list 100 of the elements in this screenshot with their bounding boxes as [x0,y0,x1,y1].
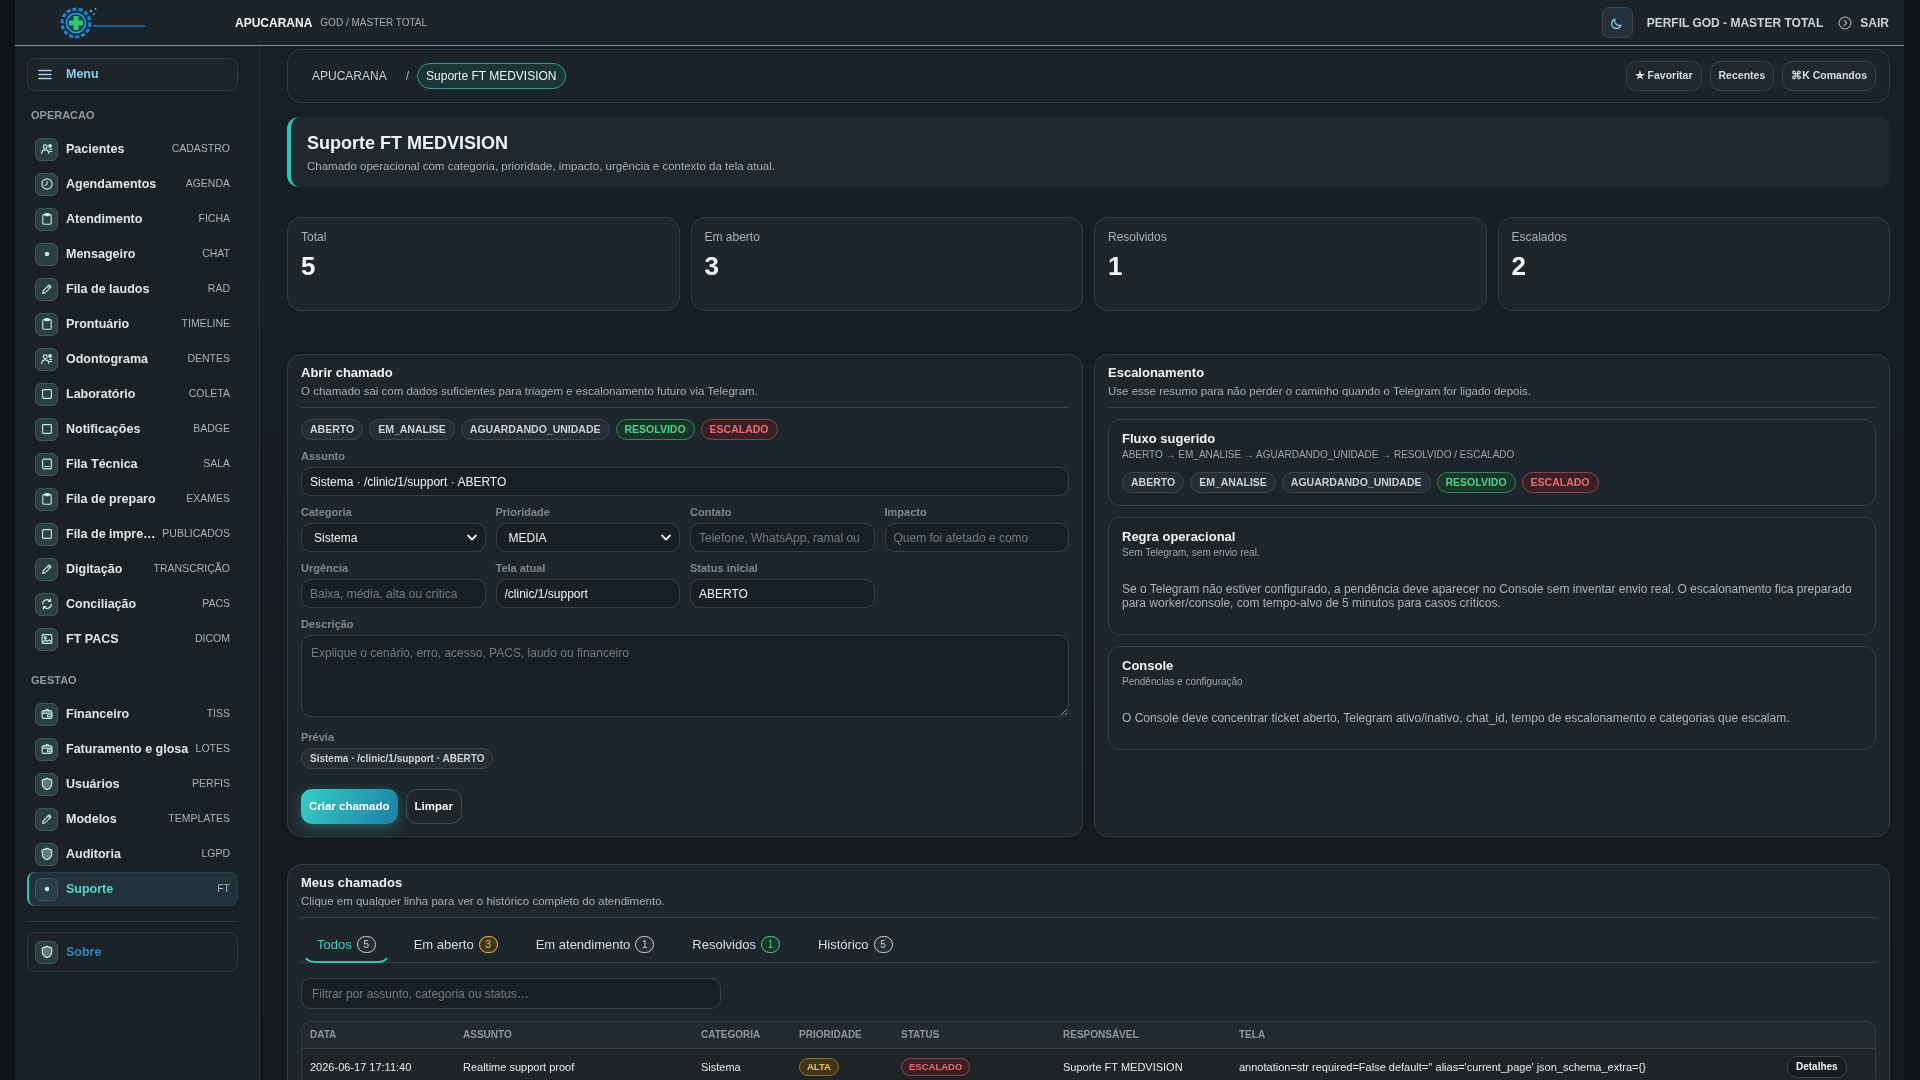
item-tag: TIMELINE [175,316,230,332]
panel-subtitle: Sem Telegram, sem envio real. [1122,547,1261,559]
refresh-icon [35,592,58,616]
sidebar-item[interactable]: Laboratório COLETA [27,377,238,411]
clear-button[interactable]: Limpar [405,789,462,824]
item-tag: CADASTRO [165,141,230,157]
column-header: CATEGORIA [693,1022,791,1048]
stat-label: Resolvidos [1108,230,1168,244]
status-pill: EM_ANALISE [369,419,455,440]
item-tag: CHAT [196,246,230,262]
input-field[interactable]: Telefone, WhatsApp, ramal ou [690,523,875,552]
description-field[interactable]: Explique o cenário, erro, acesso, PACS, laudo ou financeiro [301,635,1069,717]
tablet-icon [35,452,58,476]
priority-badge: ALTA [799,1057,839,1076]
tab[interactable]: Resolvidos 1 [676,928,796,963]
stat-value: 3 [704,251,720,281]
input-field[interactable]: Quem foi afetado e como [884,523,1069,552]
toolbar-button[interactable]: ⌘K Comandos [1782,61,1876,91]
toolbar-button[interactable]: ★ Favoritar [1625,61,1702,91]
sidebar-item[interactable]: Fila de impre… PUBLICADOS [27,517,238,551]
sidebar-item[interactable]: Faturamento e glosa LOTES [27,732,238,766]
field-label: Assunto [301,450,346,463]
sidebar-item[interactable]: Usuários PERFIS [27,767,238,801]
breadcrumb-item: Suporte FT MEDVISION [417,63,566,89]
sidebar-item[interactable]: Digitação TRANSCRIÇÃO [27,552,238,586]
sidebar-item[interactable]: Pacientes CADASTRO [27,132,238,166]
details-button[interactable]: Detalhes [1787,1055,1847,1078]
sidebar-item[interactable]: Atendimento FICHA [27,202,238,236]
sidebar-item[interactable]: Mensageiro CHAT [27,237,238,271]
sidebar-item[interactable]: FT PACS DICOM [27,622,238,656]
column-header: PRIORIDADE [791,1022,893,1048]
people-icon [35,137,58,161]
panel-title: Console [1122,658,1175,674]
profile-name: PERFIL GOD - MASTER TOTAL [1646,14,1824,32]
select-field[interactable]: Sistema [301,523,486,552]
count-badge: 1 [760,936,780,953]
sidebar-item[interactable]: Agendamentos AGENDA [27,167,238,201]
sidebar-item[interactable]: Odontograma DENTES [27,342,238,376]
logout-link[interactable]: SAIR [1838,13,1889,32]
shield-icon [35,772,58,796]
select-field[interactable]: MEDIA [495,523,680,552]
clipboard-icon [35,487,58,511]
item-tag: TEMPLATES [162,811,230,827]
menu-button[interactable]: Menu [27,58,238,91]
about-link[interactable]: Sobre [27,932,238,972]
card-title: Meus chamados [301,874,404,891]
status-pill: ABERTO [301,419,364,440]
breadcrumb-item[interactable]: APUCARANA [301,63,398,89]
toolbar-button[interactable]: Recentes [1709,61,1775,91]
panel-title: Fluxo sugerido [1122,431,1217,447]
table-cell: annotation=str required=False default='' alias='current_page' json_schema_extra={} [1231,1048,1779,1080]
item-tag: RAD [201,281,230,297]
section-label: GESTAO [31,673,78,687]
people-icon [35,347,58,371]
filter-field[interactable]: Filtrar por assunto, categoria ou status… [301,978,721,1009]
preview-pill: Sistema · /clinic/1/support · ABERTO [301,748,494,769]
tab[interactable]: Em aberto 3 [397,928,514,963]
card-subtitle: Clique em qualquer linha para ver o histórico completo do atendimento. [301,894,666,909]
sidebar-item[interactable]: Suporte FT [27,872,238,906]
count-badge: 5 [873,936,893,953]
sidebar-item[interactable]: Prontuário TIMELINE [27,307,238,341]
item-tag: DICOM [189,631,230,647]
tab[interactable]: Em atendimento 1 [519,928,671,963]
sidebar-item[interactable]: Conciliação PACS [27,587,238,621]
status-pill: AGUARDANDO_UNIDADE [460,419,610,440]
item-tag: PERFIS [186,776,230,792]
sidebar-item[interactable]: Notificações BADGE [27,412,238,446]
stat-label: Escalados [1511,230,1568,244]
sidebar-item[interactable]: Modelos TEMPLATES [27,802,238,836]
field-label: Contato [690,506,733,519]
theme-toggle-button[interactable] [1601,7,1633,38]
pencil-icon [35,557,58,581]
input-field[interactable]: /clinic/1/support [495,579,680,608]
tab[interactable]: Todos 5 [301,928,392,963]
input-field[interactable]: ABERTO [690,579,875,608]
input-field[interactable]: Sistema · /clinic/1/support · ABERTO [301,467,1069,496]
input-field[interactable]: Baixa, média, alta ou crítica [301,579,486,608]
item-tag: TISS [200,706,230,722]
shield-icon [35,940,58,964]
item-tag: LGPD [195,846,230,862]
count-badge: 5 [356,936,376,953]
stat-label: Em aberto [704,230,761,244]
tab[interactable]: Histórico 5 [801,928,909,963]
stat-value: 5 [301,251,317,281]
page-subtitle: Chamado operacional com categoria, prioridade, impacto, urgência e contexto da tela atual. [307,158,776,173]
sidebar-item[interactable]: Fila de laudos RAD [27,272,238,306]
field-label: Tela atual [495,562,547,575]
section-label: OPERACAO [31,108,96,122]
item-tag: FT [211,881,230,897]
sidebar-item[interactable]: Fila de preparo EXAMES [27,482,238,516]
table-cell: Sistema [693,1048,791,1080]
shield-icon [35,842,58,866]
sidebar-item[interactable]: Fila Técnica SALA [27,447,238,481]
sidebar-item[interactable]: Auditoria LGPD [27,837,238,871]
item-tag: PACS [196,596,230,612]
sidebar-item[interactable]: Financeiro TISS [27,697,238,731]
field-label: Categoria [301,506,353,519]
image-icon [35,627,58,651]
field-label: Descrição [301,618,355,631]
status-pill: AGUARDANDO_UNIDADE [1281,472,1431,493]
